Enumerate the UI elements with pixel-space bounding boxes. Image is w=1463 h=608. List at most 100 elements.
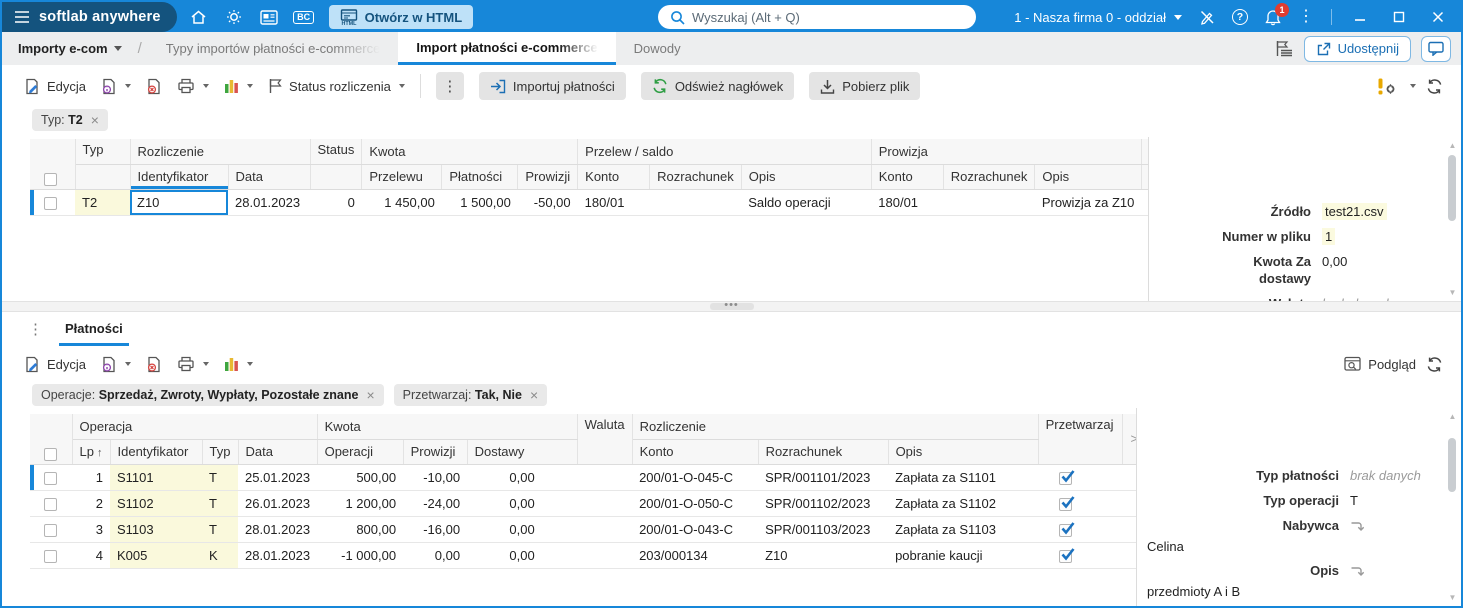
tab-import-platnosci[interactable]: Import płatności e-commerce xyxy=(398,32,616,65)
share-label: Udostępnij xyxy=(1337,41,1399,56)
refresh-icon[interactable] xyxy=(1426,78,1443,95)
edit-pencil-icon xyxy=(24,356,41,373)
detail-label: Waluta xyxy=(1201,295,1311,301)
panel-scrollbar[interactable]: ▲ ▼ xyxy=(1447,412,1458,602)
minimize-button[interactable] xyxy=(1349,6,1371,28)
przetwarzaj-checkbox-checked[interactable] xyxy=(1059,521,1075,537)
tab-dowody[interactable]: Dowody xyxy=(616,32,699,65)
row-checkbox[interactable] xyxy=(44,471,57,485)
flag-list-icon[interactable] xyxy=(1275,40,1294,57)
html-window-icon: HTML xyxy=(340,8,358,26)
home-icon[interactable] xyxy=(186,4,212,30)
document-delete-button[interactable] xyxy=(146,78,162,95)
hamburger-menu-icon[interactable] xyxy=(14,10,30,24)
news-card-icon[interactable] xyxy=(256,4,282,30)
edit-button[interactable]: Edycja xyxy=(24,78,86,95)
more-actions-button[interactable]: ⋮ xyxy=(435,72,464,100)
print-button[interactable] xyxy=(177,78,210,94)
chart-button[interactable] xyxy=(224,356,254,372)
edit-disabled-icon[interactable] xyxy=(1199,9,1215,25)
comments-button[interactable] xyxy=(1421,35,1451,62)
tab-typy-importow[interactable]: Typy importów płatności e-commerce xyxy=(148,32,399,65)
download-file-button[interactable]: Pobierz plik xyxy=(809,72,921,100)
detail-value[interactable]: 0,00 xyxy=(1322,253,1347,270)
chevron-down-icon xyxy=(113,46,122,51)
help-icon[interactable]: ? xyxy=(1232,9,1248,25)
notifications-bell-icon[interactable]: 1 xyxy=(1265,2,1289,26)
global-search[interactable] xyxy=(658,5,976,29)
search-input[interactable] xyxy=(692,9,964,25)
chevron-down-icon xyxy=(203,362,210,366)
bc-module-icon[interactable]: BC xyxy=(291,4,317,30)
module-menu[interactable]: Importy e-com xyxy=(2,32,132,65)
filter-chip-przetwarzaj[interactable]: Przetwarzaj: Tak, Nie × xyxy=(393,384,548,406)
document-info-button[interactable] xyxy=(101,78,132,95)
breadcrumb-separator: / xyxy=(137,40,142,57)
print-button[interactable] xyxy=(177,356,210,372)
panel-scrollbar[interactable]: ▲ ▼ xyxy=(1447,141,1458,297)
selected-cell[interactable]: Z10 xyxy=(130,189,228,216)
row-checkbox[interactable] xyxy=(44,549,57,563)
detail-value[interactable]: T xyxy=(1350,492,1358,509)
more-options-icon[interactable]: ⋮ xyxy=(1298,9,1314,25)
table-row[interactable]: 2 S1102 T 26.01.2023 1 200,00 -24,00 0,0… xyxy=(30,490,1147,517)
detail-label: Kwota Za dostawy xyxy=(1253,254,1311,286)
edit-button[interactable]: Edycja xyxy=(24,356,86,373)
header-section: Edycja Status rozliczenia ⋮ Importuj pła… xyxy=(2,65,1461,301)
chevron-down-icon xyxy=(1410,84,1416,88)
company-selector[interactable]: 1 - Nasza firma 0 - oddział xyxy=(1014,10,1182,25)
row-checkbox[interactable] xyxy=(44,196,57,210)
chart-button[interactable] xyxy=(224,78,254,94)
status-rozliczenia-button[interactable]: Status rozliczenia xyxy=(268,78,405,94)
tab-platnosci[interactable]: Płatności xyxy=(59,321,129,346)
preview-button[interactable]: Podgląd xyxy=(1344,356,1416,372)
table-row[interactable]: 1 S1101 T 25.01.2023 500,00 -10,00 0,00 … xyxy=(30,464,1147,491)
przetwarzaj-checkbox-checked[interactable] xyxy=(1059,495,1075,511)
detail-value[interactable]: przedmioty A i B xyxy=(1137,583,1461,603)
table-row[interactable]: 4 K005 K 28.01.2023 -1 000,00 0,00 0,00 … xyxy=(30,542,1147,569)
open-in-html-button[interactable]: HTML Otwórz w HTML xyxy=(328,5,474,29)
printer-icon xyxy=(177,78,195,94)
detail-value[interactable]: brak danych xyxy=(1322,295,1393,301)
row-checkbox[interactable] xyxy=(44,523,57,537)
sorted-column-header[interactable]: Lp ↑ xyxy=(72,439,111,465)
table-row[interactable]: 3 S1103 T 28.01.2023 800,00 -16,00 0,00 … xyxy=(30,516,1147,543)
row-checkbox[interactable] xyxy=(44,497,57,511)
share-button[interactable]: Udostępnij xyxy=(1303,35,1411,62)
close-button[interactable] xyxy=(1427,6,1449,28)
remove-filter-icon[interactable]: × xyxy=(530,388,538,402)
detail-value[interactable]: brak danych xyxy=(1350,467,1421,484)
refresh-header-button[interactable]: Odśwież nagłówek xyxy=(640,72,795,100)
document-delete-button[interactable] xyxy=(146,356,162,373)
idea-lightbulb-icon[interactable] xyxy=(221,4,247,30)
settings-alert-icon[interactable] xyxy=(1377,77,1398,96)
detail-value[interactable]: Celina xyxy=(1137,538,1461,558)
remove-filter-icon[interactable]: × xyxy=(366,388,374,402)
import-payments-button[interactable]: Importuj płatności xyxy=(478,72,626,100)
select-all-checkbox[interactable] xyxy=(44,447,57,461)
detail-value[interactable]: test21.csv xyxy=(1322,203,1387,220)
remove-filter-icon[interactable]: × xyxy=(91,113,99,127)
scrollbar-thumb[interactable] xyxy=(1448,438,1456,492)
select-all-checkbox[interactable] xyxy=(44,172,57,186)
filter-chip-typ[interactable]: Typ: T2 × xyxy=(32,109,108,131)
filter-chip-operacje[interactable]: Operacje: Sprzedaż, Zwroty, Wypłaty, Poz… xyxy=(32,384,384,406)
titlebar: softlab anywhere BC HTML Otwórz w HTML W… xyxy=(2,2,1461,32)
app-brand[interactable]: softlab anywhere xyxy=(2,2,177,32)
section-splitter[interactable]: ••• xyxy=(2,300,1461,312)
scrollbar-thumb[interactable] xyxy=(1448,155,1456,221)
refresh-icon[interactable] xyxy=(1426,356,1443,373)
subtab-menu-icon[interactable]: ⋮ xyxy=(28,320,43,338)
tabbar-right: Udostępnij xyxy=(1275,32,1461,65)
table-row[interactable]: T2 Z10 28.01.2023 0 1 450,00 1 500,00 -5… xyxy=(30,189,1219,216)
chevron-down-icon xyxy=(203,84,210,88)
splitter-grip[interactable]: ••• xyxy=(709,300,754,311)
maximize-button[interactable] xyxy=(1388,6,1410,28)
detail-value[interactable]: 1 xyxy=(1322,228,1336,245)
przetwarzaj-checkbox-checked[interactable] xyxy=(1059,469,1075,485)
przetwarzaj-checkbox-checked[interactable] xyxy=(1059,547,1075,563)
document-info-button[interactable] xyxy=(101,356,132,373)
bottom-toolbar: Edycja Podgląd xyxy=(2,346,1461,382)
svg-text:HTML: HTML xyxy=(341,21,357,26)
sorted-column-header[interactable]: Identyfikator xyxy=(130,164,229,190)
